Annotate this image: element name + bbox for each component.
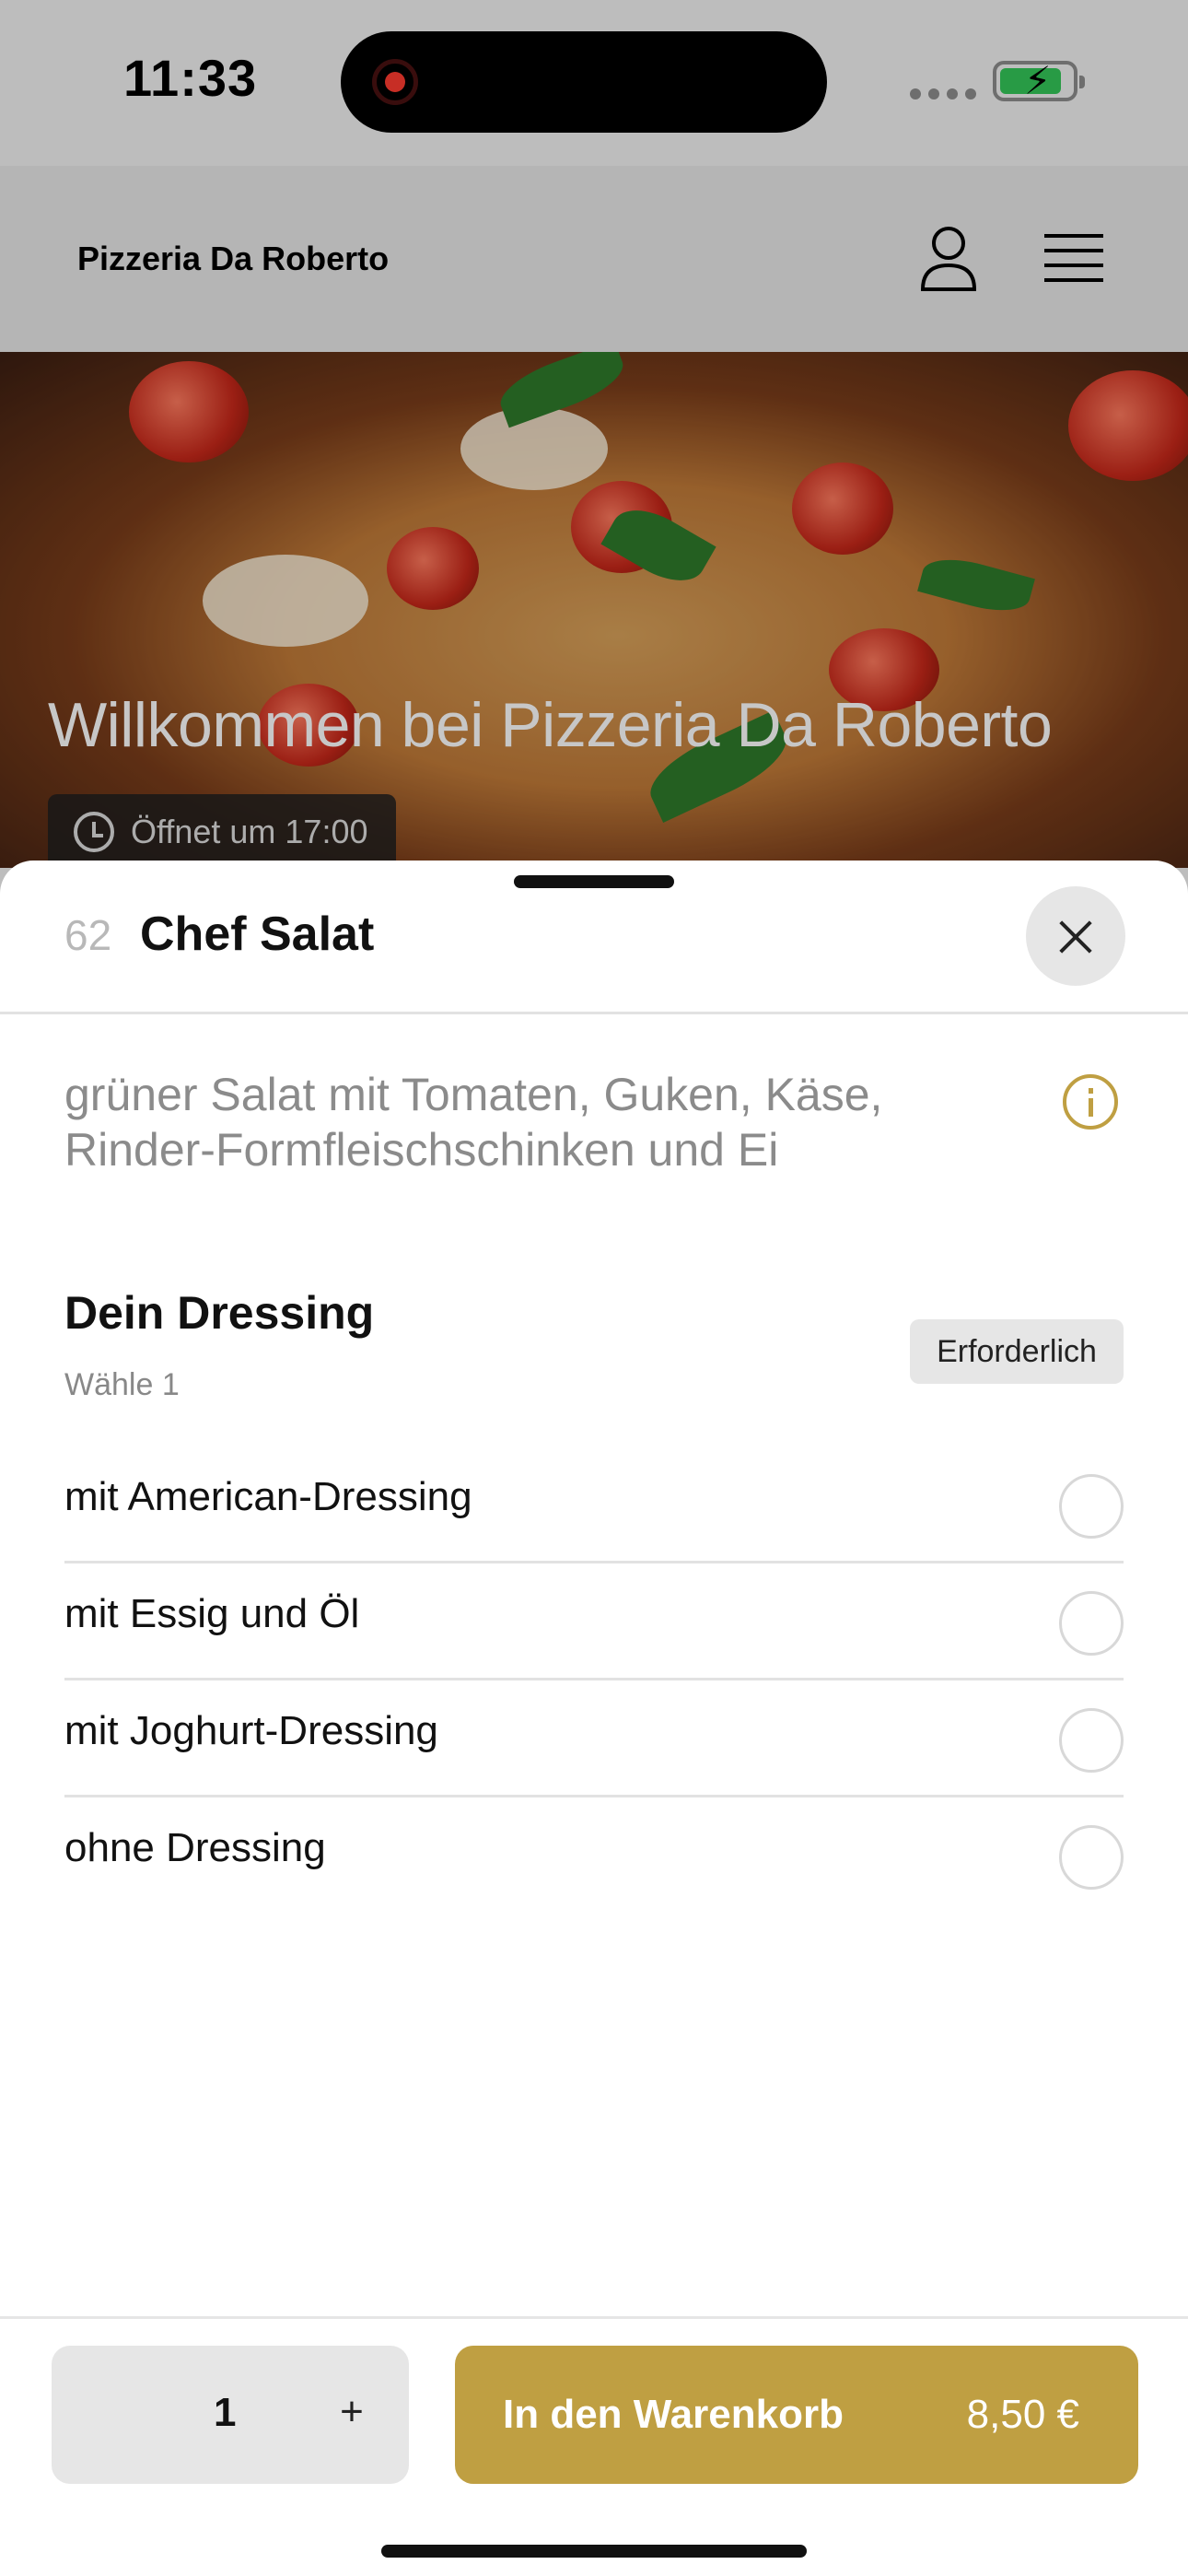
option-row[interactable]: ohne Dressing — [64, 1797, 1124, 1914]
radio-button[interactable] — [1059, 1825, 1124, 1890]
price-label: 8,50 € — [966, 2392, 1079, 2437]
footer-divider — [0, 2316, 1188, 2319]
quantity-stepper: 1 + — [52, 2346, 409, 2484]
radio-button[interactable] — [1059, 1474, 1124, 1539]
item-title: Chef Salat — [140, 907, 375, 961]
divider — [0, 1012, 1188, 1014]
radio-button[interactable] — [1059, 1591, 1124, 1656]
quantity-value: 1 — [214, 2390, 237, 2435]
sheet-grabber[interactable] — [514, 875, 674, 888]
item-number: 62 — [64, 911, 112, 959]
option-label: mit Essig und Öl — [64, 1591, 360, 1636]
close-button[interactable] — [1026, 886, 1125, 986]
option-label: mit American-Dressing — [64, 1474, 472, 1519]
option-row[interactable]: mit American-Dressing — [64, 1446, 1124, 1563]
add-to-cart-label: In den Warenkorb — [503, 2392, 844, 2437]
required-badge: Erforderlich — [910, 1319, 1124, 1384]
item-detail-sheet: 62 Chef Salat grüner Salat mit Tomaten, … — [0, 861, 1188, 2576]
increment-button[interactable]: + — [324, 2384, 379, 2440]
radio-button[interactable] — [1059, 1708, 1124, 1773]
options-group-subtitle: Wähle 1 — [64, 1367, 180, 1402]
option-label: mit Joghurt-Dressing — [64, 1708, 438, 1753]
options-group-title: Dein Dressing — [64, 1287, 375, 1339]
option-label: ohne Dressing — [64, 1825, 326, 1870]
item-description: grüner Salat mit Tomaten, Guken, Käse, R… — [64, 1069, 883, 1176]
add-to-cart-button[interactable]: In den Warenkorb 8,50 € — [455, 2346, 1138, 2484]
option-row[interactable]: mit Essig und Öl — [64, 1563, 1124, 1680]
home-indicator[interactable] — [381, 2545, 807, 2558]
option-row[interactable]: mit Joghurt-Dressing — [64, 1680, 1124, 1797]
info-icon[interactable] — [1063, 1074, 1118, 1130]
